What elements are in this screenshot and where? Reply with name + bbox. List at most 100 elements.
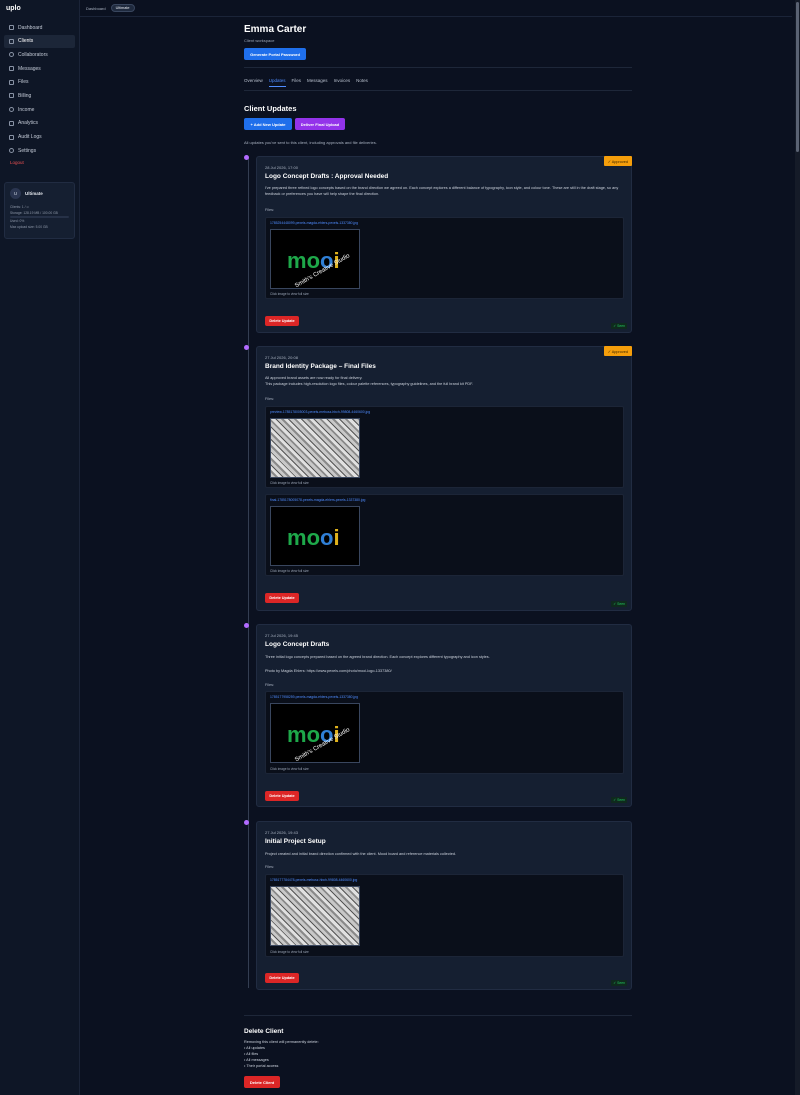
tab-messages[interactable]: Messages bbox=[307, 78, 328, 87]
delete-client-button[interactable]: Delete Client bbox=[244, 1076, 280, 1088]
timeline-dot bbox=[244, 345, 249, 350]
thumbnail-caption: Click image to view full size bbox=[270, 767, 309, 771]
tab-updates[interactable]: Updates bbox=[268, 78, 286, 87]
sidebar-item-income[interactable]: Income bbox=[4, 103, 75, 116]
sidebar-item-label: Settings bbox=[18, 147, 37, 154]
deliver-final-upload-button[interactable]: Deliver Final Upload bbox=[295, 118, 345, 130]
file-link[interactable]: 1785177784478-pexels-mebusz-hbch-99808-4… bbox=[270, 878, 357, 882]
sidebar-item-settings[interactable]: Settings bbox=[4, 144, 75, 157]
divider bbox=[244, 90, 632, 91]
file-thumbnail[interactable] bbox=[270, 886, 360, 946]
dashboard-icon bbox=[9, 25, 14, 30]
plan-pill: Ultimate bbox=[110, 4, 135, 12]
file-item: 1785177958259-pexels-magda-ehlers-pexels… bbox=[265, 691, 624, 774]
file-link[interactable]: preview-1785178005003-pexels-mebusz-hbch… bbox=[270, 410, 370, 414]
desk-photo-image bbox=[271, 419, 359, 477]
tab-overview[interactable]: Overview bbox=[244, 78, 263, 87]
update-title: Logo Concept Drafts : Approval Needed bbox=[265, 173, 389, 180]
sidebar-item-label: Files bbox=[18, 79, 29, 86]
scrollbar-thumb[interactable] bbox=[796, 2, 799, 152]
avatar: U bbox=[10, 188, 21, 199]
analytics-icon bbox=[9, 120, 14, 126]
plan-name: Ultimate bbox=[25, 191, 43, 196]
file-item: 1785177784478-pexels-mebusz-hbch-99808-4… bbox=[265, 874, 624, 957]
storage-bar bbox=[10, 216, 69, 218]
delete-item: • All updates bbox=[244, 1046, 265, 1050]
tab-invoices[interactable]: Invoices bbox=[334, 78, 351, 87]
delete-update-button[interactable]: Delete Update bbox=[265, 593, 299, 603]
update-date: 27 Jul 2026, 20:08 bbox=[265, 355, 298, 360]
generate-portal-password-button[interactable]: Generate Portal Password bbox=[244, 48, 306, 60]
seen-badge: ✓ Seen bbox=[611, 323, 627, 329]
thumbnail-caption: Click image to view full size bbox=[270, 569, 309, 573]
files-label: Files: bbox=[265, 208, 275, 212]
page-subtitle: Client workspace bbox=[244, 38, 275, 43]
billing-icon bbox=[9, 93, 14, 99]
sidebar-item-messages[interactable]: Messages bbox=[4, 62, 75, 75]
audit-icon bbox=[9, 134, 14, 140]
update-title: Brand Identity Package – Final Files bbox=[265, 363, 376, 370]
delete-update-button[interactable]: Delete Update bbox=[265, 791, 299, 801]
file-link[interactable]: 1785254448099-pexels-magda-ehlers-pexels… bbox=[270, 221, 358, 225]
breadcrumb[interactable]: Dashboard bbox=[86, 6, 106, 11]
desk-photo-image bbox=[271, 887, 359, 945]
files-label: Files: bbox=[265, 683, 275, 687]
plan-storage: Storage: 128.19 MB / 100.00 GB bbox=[10, 210, 58, 215]
sidebar-item-label: Audit Logs bbox=[18, 134, 42, 140]
delete-update-button[interactable]: Delete Update bbox=[265, 316, 299, 326]
update-text: This package includes high-resolution lo… bbox=[265, 382, 474, 386]
file-thumbnail[interactable] bbox=[270, 418, 360, 478]
update-card: 27 Jul 2026, 19:45 Logo Concept Drafts T… bbox=[256, 624, 632, 807]
message-icon bbox=[9, 66, 14, 72]
mooi-logo-image: mooi Smith's Creative Studio bbox=[287, 722, 352, 762]
app-logo[interactable]: uplo bbox=[6, 5, 21, 12]
mooi-logo-image: mooi Smith's Creative Studio bbox=[287, 248, 352, 288]
update-date: 28 Jul 2026, 17:00 bbox=[265, 165, 298, 170]
add-new-update-button[interactable]: + Add New Update bbox=[244, 118, 292, 130]
sidebar-item-clients[interactable]: Clients bbox=[4, 34, 75, 48]
mooi-logo-text: mooi bbox=[287, 525, 340, 550]
divider bbox=[244, 1015, 632, 1016]
update-title: Initial Project Setup bbox=[265, 838, 326, 845]
file-thumbnail[interactable]: mooi bbox=[270, 506, 360, 566]
sidebar-item-files[interactable]: Files bbox=[4, 76, 75, 89]
tab-notes[interactable]: Notes bbox=[356, 78, 368, 87]
tab-files[interactable]: Files bbox=[292, 78, 302, 87]
sidebar-item-label: Billing bbox=[18, 92, 32, 99]
update-title: Logo Concept Drafts bbox=[265, 641, 330, 648]
files-label: Files: bbox=[265, 865, 275, 869]
file-link[interactable]: 1785177958259-pexels-magda-ehlers-pexels… bbox=[270, 695, 358, 699]
delete-item: • All messages bbox=[244, 1058, 269, 1062]
sidebar-item-label: Analytics bbox=[18, 120, 39, 127]
timeline-dot bbox=[244, 820, 249, 825]
income-icon bbox=[9, 107, 14, 113]
delete-client-title: Delete Client bbox=[244, 1028, 284, 1035]
sidebar-item-billing[interactable]: Billing bbox=[4, 89, 75, 102]
file-item: final-1785178005078-pexels-magda-ehlers-… bbox=[265, 494, 624, 576]
top-bar: Dashboard Ultimate bbox=[80, 0, 792, 17]
scrollbar[interactable] bbox=[795, 0, 800, 1095]
sidebar-nav: Dashboard Clients Collaborators Messages… bbox=[4, 21, 75, 165]
update-card: ✓ Approved 27 Jul 2026, 20:08 Brand Iden… bbox=[256, 346, 632, 611]
update-text: I've prepared three refined logo concept… bbox=[265, 186, 619, 196]
sidebar-item-dashboard[interactable]: Dashboard bbox=[4, 21, 75, 34]
file-thumbnail[interactable]: mooi Smith's Creative Studio bbox=[270, 229, 360, 289]
sidebar-item-label: Messages bbox=[18, 65, 41, 72]
sidebar-item-audit-logs[interactable]: Audit Logs bbox=[4, 131, 75, 144]
section-title: Client Updates bbox=[244, 104, 297, 113]
delete-item: • All files bbox=[244, 1052, 259, 1056]
sidebar-item-analytics[interactable]: Analytics bbox=[4, 117, 75, 130]
update-date: 27 Jul 2026, 19:43 bbox=[265, 830, 298, 835]
delete-item: • Their portal access bbox=[244, 1064, 279, 1068]
file-thumbnail[interactable]: mooi Smith's Creative Studio bbox=[270, 703, 360, 763]
logout-link[interactable]: Logout bbox=[4, 160, 75, 165]
timeline-dot bbox=[244, 623, 249, 628]
plan-card: U Ultimate Clients: 1 / ∞ Storage: 128.1… bbox=[4, 182, 75, 239]
sidebar-item-collaborators[interactable]: Collaborators bbox=[4, 48, 75, 61]
timeline-line bbox=[248, 158, 249, 988]
seen-badge: ✓ Seen bbox=[611, 797, 627, 803]
delete-update-button[interactable]: Delete Update bbox=[265, 973, 299, 983]
tabs: Overview Updates Files Messages Invoices… bbox=[244, 78, 374, 87]
divider bbox=[244, 67, 632, 68]
file-link[interactable]: final-1785178005078-pexels-magda-ehlers-… bbox=[270, 498, 365, 502]
